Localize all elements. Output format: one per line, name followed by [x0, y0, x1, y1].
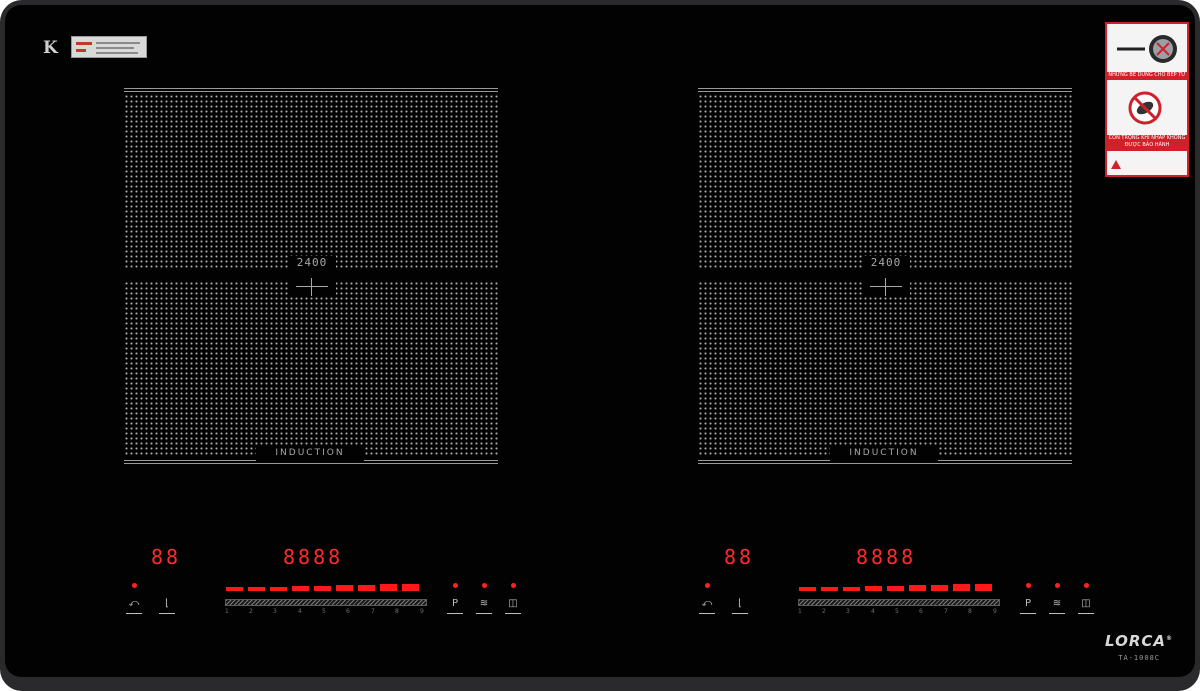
timer-key[interactable]: ⌊	[732, 597, 748, 614]
power-slider[interactable]	[225, 599, 427, 606]
prohibited-icon	[1128, 91, 1162, 125]
pause-key[interactable]: P	[447, 597, 463, 614]
indicator-led	[1055, 583, 1060, 588]
power-slider[interactable]	[798, 599, 1000, 606]
zone-mesh-top	[124, 94, 498, 268]
clock-display: 8888	[283, 545, 344, 569]
glass-surface: K 2400 INDUCTION 2400 INDUCTION 88 8888 …	[5, 5, 1195, 677]
warning-text-bottom: CÓN TRỌNG KHI NHẤP KHÔNG ĐƯỢC BẢO HÀNH	[1107, 135, 1187, 151]
power-key[interactable]: ◫	[1078, 597, 1094, 614]
zone-power-label: 2400	[288, 256, 336, 296]
zone-power-label: 2400	[862, 256, 910, 296]
timer-key[interactable]: ⌊	[159, 597, 175, 614]
timer-display: 88	[724, 545, 755, 569]
certification-sticker	[71, 36, 147, 58]
indicator-led	[1026, 583, 1031, 588]
zone-mesh-bottom	[124, 281, 498, 457]
cooking-zone-left[interactable]: 2400 INDUCTION	[124, 88, 498, 466]
indicator-led	[705, 583, 710, 588]
warning-sticker: NHỮNG BỀ DÙNG CHO BẾP TỪ CÓN TRỌNG KHI N…	[1105, 22, 1189, 177]
timer-display: 88	[151, 545, 182, 569]
brand-logo: LORCA®	[1105, 632, 1173, 650]
induction-label: INDUCTION	[256, 445, 364, 461]
slider-scale: 12 34 56 78 9	[798, 608, 997, 615]
zone-mesh-top	[698, 94, 1072, 268]
pan-icon	[1117, 35, 1177, 63]
keep-warm-key[interactable]: ≋	[1049, 597, 1065, 614]
warning-triangle-icon	[1111, 160, 1121, 169]
warning-text-top: NHỮNG BỀ DÙNG CHO BẾP TỪ	[1107, 72, 1187, 80]
lock-key[interactable]: ⤺	[126, 597, 142, 614]
indicator-led	[453, 583, 458, 588]
power-text: 2400	[296, 256, 328, 269]
keep-warm-key[interactable]: ≋	[476, 597, 492, 614]
power-key[interactable]: ◫	[505, 597, 521, 614]
indicator-led	[132, 583, 137, 588]
clock-display: 8888	[856, 545, 917, 569]
zone-mesh-bottom	[698, 281, 1072, 457]
indicator-led	[1084, 583, 1089, 588]
power-text: 2400	[870, 256, 902, 269]
indicator-led	[482, 583, 487, 588]
induction-label: INDUCTION	[830, 445, 938, 461]
cooktop-frame: K 2400 INDUCTION 2400 INDUCTION 88 8888 …	[0, 0, 1200, 691]
cooking-zone-right[interactable]: 2400 INDUCTION	[698, 88, 1072, 466]
lock-key[interactable]: ⤺	[699, 597, 715, 614]
pause-key[interactable]: P	[1020, 597, 1036, 614]
manufacturer-logo: K	[43, 38, 58, 58]
indicator-led	[511, 583, 516, 588]
model-number: TA-1008C	[1118, 654, 1160, 662]
slider-scale: 12 34 56 78 9	[225, 608, 424, 615]
